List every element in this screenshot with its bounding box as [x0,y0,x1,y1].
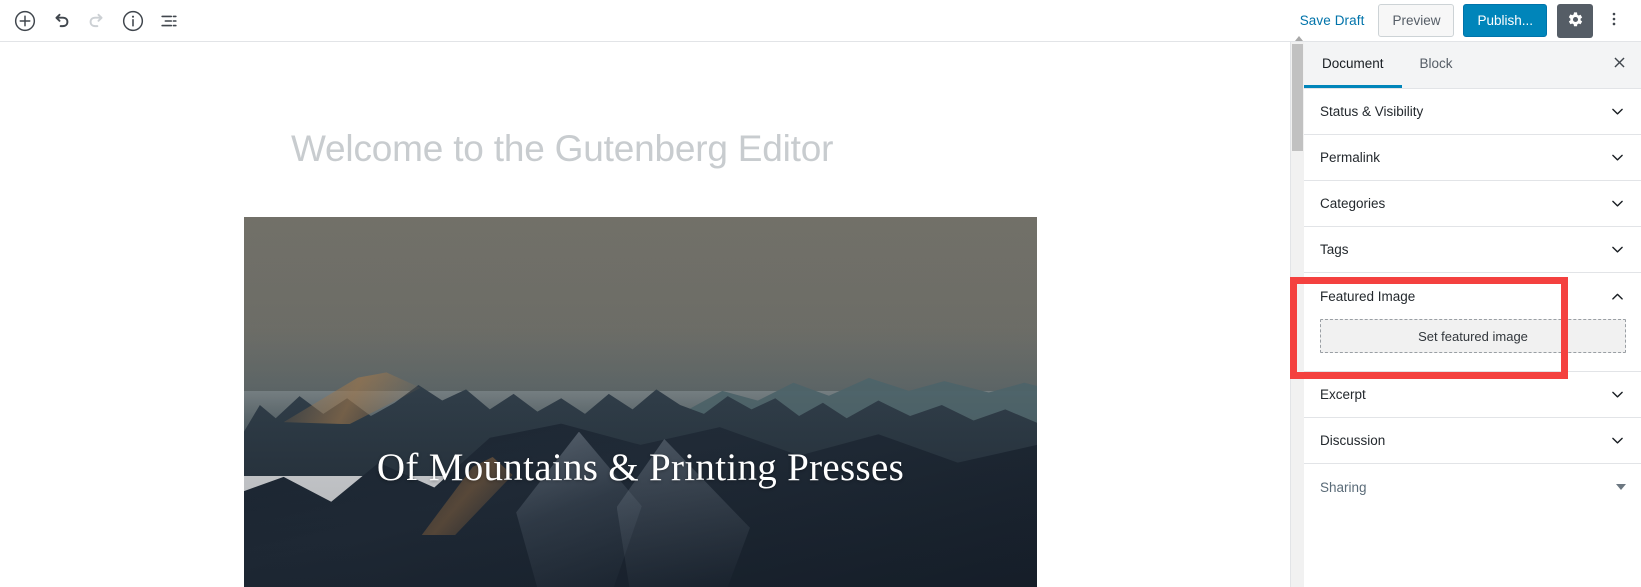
chevron-down-icon [1609,103,1626,120]
add-block-icon[interactable] [7,3,43,39]
chevron-down-icon [1609,432,1626,449]
sidebar-panel-excerpt[interactable]: Excerpt [1304,372,1641,418]
editor-top-bar: Save Draft Preview Publish... [0,0,1641,42]
panel-label: Status & Visibility [1320,104,1424,119]
chevron-down-icon [1609,386,1626,403]
post-title-input[interactable]: Welcome to the Gutenberg Editor [291,127,991,171]
sidebar-panel-categories[interactable]: Categories [1304,181,1641,227]
close-sidebar-button[interactable] [1596,42,1641,88]
chevron-down-icon [1609,241,1626,258]
sidebar-panel-discussion[interactable]: Discussion [1304,418,1641,464]
panel-label: Permalink [1320,150,1381,165]
chevron-up-icon [1609,288,1626,305]
sidebar-content: Document Block Status & Visibility Perma… [1304,42,1641,587]
panel-label: Tags [1320,242,1349,257]
publish-button[interactable]: Publish... [1463,4,1547,37]
close-icon [1611,54,1628,76]
panel-label: Discussion [1320,433,1386,448]
save-draft-button[interactable]: Save Draft [1286,13,1379,28]
panel-label: Categories [1320,196,1386,211]
gear-icon [1566,10,1585,32]
tab-document[interactable]: Document [1304,42,1402,88]
sidebar-scrollbar-track[interactable] [1291,36,1304,587]
chevron-down-icon [1609,149,1626,166]
cover-overlay-tint [244,217,1037,587]
top-bar-left-tools [0,3,187,39]
sidebar-panel-status-visibility[interactable]: Status & Visibility [1304,89,1641,135]
content-info-icon[interactable] [115,3,151,39]
more-options-button[interactable] [1597,4,1631,38]
top-bar-right-actions: Save Draft Preview Publish... [1286,3,1641,38]
settings-sidebar: Document Block Status & Visibility Perma… [1290,36,1641,587]
cover-block-heading[interactable]: Of Mountains & Printing Presses [244,445,1037,490]
panel-label: Excerpt [1320,387,1366,402]
scroll-up-arrow-icon[interactable] [1295,36,1303,41]
panel-label: Featured Image [1320,288,1416,304]
sidebar-scrollbar-thumb[interactable] [1292,36,1303,151]
chevron-down-icon [1609,195,1626,212]
sidebar-panel-featured-image: Featured Image Set featured image [1304,273,1641,372]
panel-label: Sharing [1320,479,1367,495]
preview-button[interactable]: Preview [1378,4,1455,37]
undo-icon[interactable] [43,3,79,39]
sidebar-panel-tags[interactable]: Tags [1304,227,1641,273]
block-navigation-icon[interactable] [151,3,187,39]
tab-block[interactable]: Block [1402,42,1471,88]
sidebar-panel-sharing[interactable]: Sharing [1304,464,1641,510]
kebab-menu-icon [1605,10,1623,31]
cover-background-image [244,217,1037,587]
featured-image-panel-header[interactable]: Featured Image [1304,273,1641,319]
set-featured-image-button[interactable]: Set featured image [1320,319,1626,353]
settings-toggle-button[interactable] [1557,3,1593,38]
sidebar-tab-bar: Document Block [1304,42,1641,89]
sidebar-panel-permalink[interactable]: Permalink [1304,135,1641,181]
featured-image-panel-body: Set featured image [1304,319,1641,371]
cover-block[interactable]: Of Mountains & Printing Presses [244,217,1037,587]
triangle-down-icon [1616,484,1626,490]
redo-icon [79,3,115,39]
editor-canvas: Welcome to the Gutenberg Editor Of Mount… [0,42,1290,587]
